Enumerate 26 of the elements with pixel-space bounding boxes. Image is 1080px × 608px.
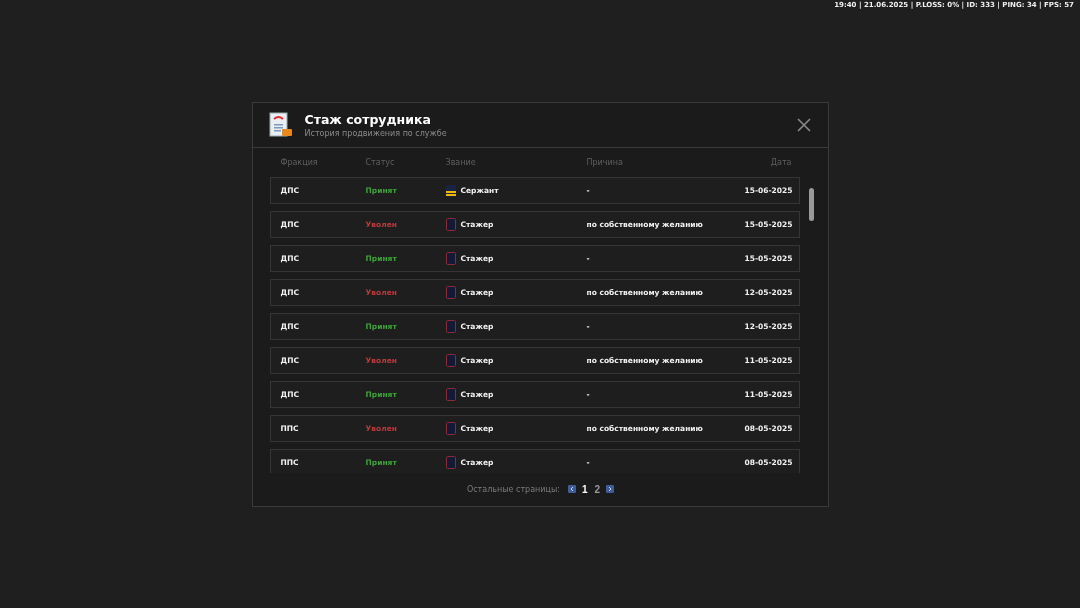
document-icon xyxy=(268,112,293,138)
page-button[interactable]: 1 xyxy=(580,483,589,495)
chevron-left-icon xyxy=(568,486,575,492)
shoulder-strap-icon xyxy=(445,184,456,197)
column-header: Звание xyxy=(445,158,477,167)
next-page-button[interactable] xyxy=(606,485,615,493)
close-button[interactable] xyxy=(795,117,812,133)
dialog-subtitle: История продвижения по службе xyxy=(304,129,448,138)
chevron-right-icon xyxy=(607,486,614,492)
column-header: Статус xyxy=(365,158,396,167)
scrollbar-thumb[interactable] xyxy=(808,188,814,221)
page-button[interactable]: 2 xyxy=(593,483,602,495)
shoulder-strap-icon xyxy=(445,218,456,231)
shoulder-strap-icon xyxy=(445,388,456,401)
shoulder-strap-icon xyxy=(445,422,456,435)
shoulder-strap-icon xyxy=(445,286,456,299)
shoulder-strap-icon xyxy=(445,456,456,469)
shoulder-strap-icon xyxy=(445,354,456,367)
column-header: Дата xyxy=(769,158,792,167)
column-header: Фракция xyxy=(280,158,319,167)
shoulder-strap-icon xyxy=(445,320,456,333)
previous-page-button[interactable] xyxy=(567,485,576,493)
column-header: Причина xyxy=(586,158,624,167)
pagination-label: Остальные страницы: xyxy=(466,484,560,494)
shoulder-strap-icon xyxy=(445,252,456,265)
dialog-title: Стаж сотрудника xyxy=(304,112,432,127)
